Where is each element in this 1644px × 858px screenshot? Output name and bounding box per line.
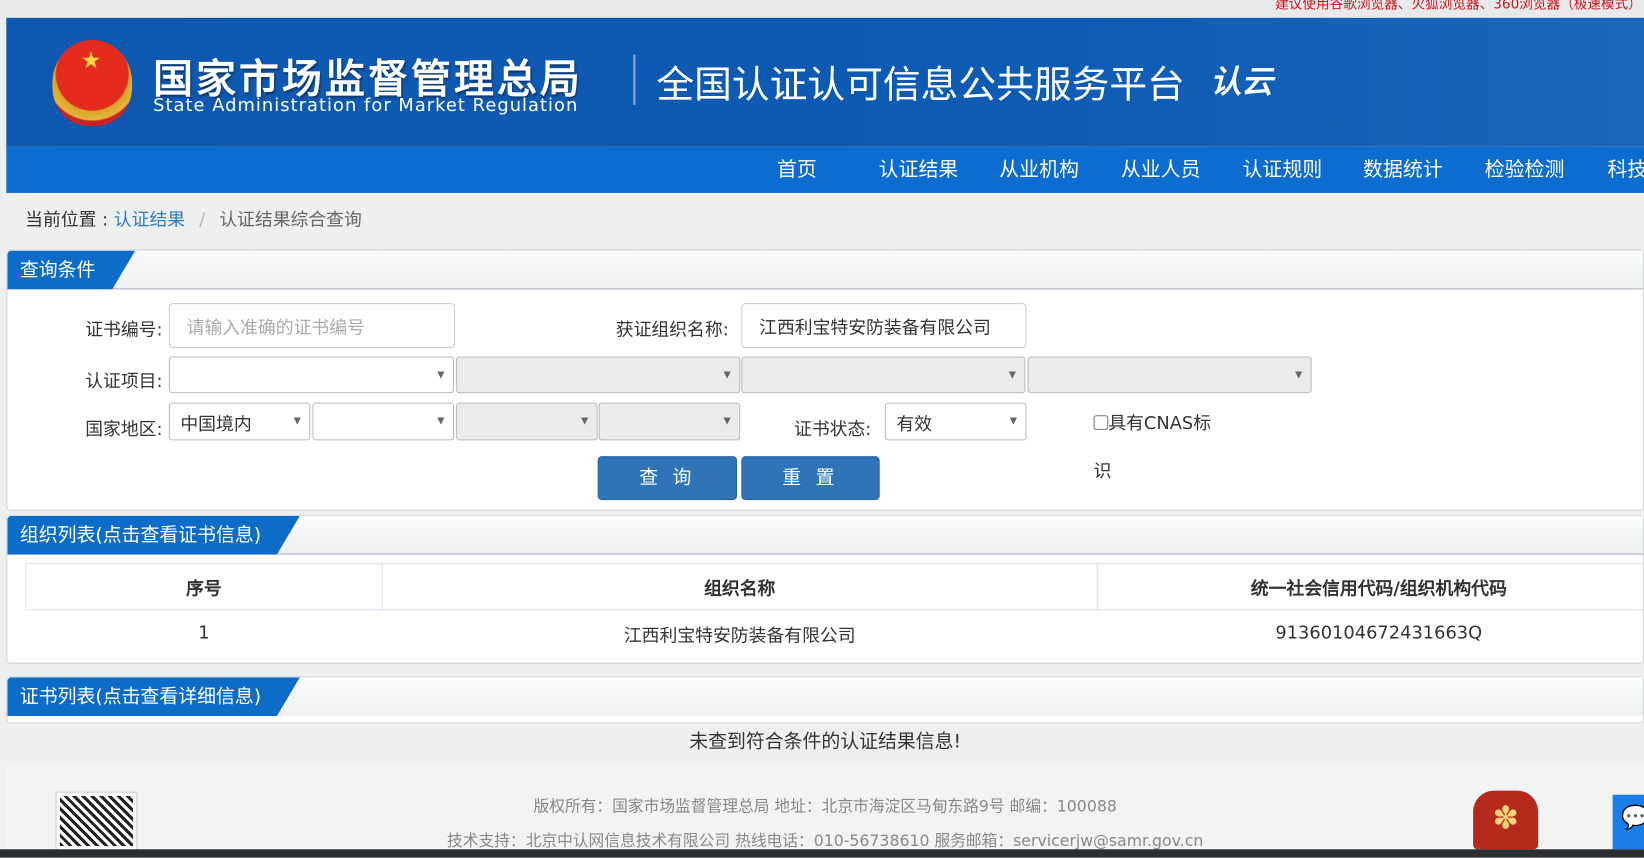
breadcrumb-link-cert-results[interactable]: 认证结果 bbox=[114, 210, 185, 231]
reset-button[interactable]: 重 置 bbox=[741, 456, 880, 501]
national-emblem-icon: ★ bbox=[52, 39, 133, 126]
browser-notice: 建议使用谷歌浏览器、火狐浏览器、360浏览器（极速模式） bbox=[0, 0, 1644, 18]
cert-list-panel: 证书列表(点击查看详细信息) bbox=[6, 676, 1644, 724]
region-value: 中国境内 bbox=[180, 413, 252, 435]
status-label: 证书状态: bbox=[793, 419, 872, 441]
org-name-input[interactable]: 江西利宝特安防装备有限公司 bbox=[741, 303, 1027, 349]
header-divider bbox=[633, 54, 636, 105]
main-nav: 首页 认证结果 从业机构 从业人员 认证规则 数据统计 检验检测 科技 bbox=[6, 146, 1644, 193]
project-select-2[interactable]: ▼ bbox=[456, 356, 741, 394]
nav-personnel[interactable]: 从业人员 bbox=[1121, 147, 1201, 193]
renyun-logo: 认云 bbox=[1209, 63, 1273, 101]
region-select-district[interactable]: ▼ bbox=[598, 402, 741, 441]
footer-copyright: 版权所有：国家市场监督管理总局 地址：北京市海淀区马甸东路9号 邮编：10008… bbox=[533, 796, 1117, 816]
cell-credit-code: 91360104672431663Q bbox=[1275, 623, 1483, 645]
col-header-credit-code: 统一社会信用代码/组织机构代码 bbox=[1096, 563, 1644, 611]
cert-no-input[interactable]: 请输入准确的证书编号 bbox=[168, 303, 456, 349]
cert-list-title: 证书列表(点击查看详细信息) bbox=[7, 677, 300, 716]
dropdown-arrow-icon: ▼ bbox=[1294, 369, 1303, 381]
footer: 版权所有：国家市场监督管理总局 地址：北京市海淀区马甸东路9号 邮编：10008… bbox=[6, 763, 1644, 851]
org-list-title: 组织列表(点击查看证书信息) bbox=[7, 516, 300, 555]
project-select-1[interactable]: ▼ bbox=[168, 356, 455, 394]
query-panel-title: 查询条件 bbox=[7, 251, 135, 290]
agency-name-en: State Administration for Market Regulati… bbox=[153, 95, 579, 117]
region-select-country[interactable]: 中国境内 ▼ bbox=[168, 402, 311, 441]
dropdown-arrow-icon: ▼ bbox=[437, 416, 445, 427]
status-value: 有效 bbox=[896, 413, 933, 435]
nav-rules[interactable]: 认证规则 bbox=[1242, 147, 1322, 193]
footer-support: 技术支持：北京中认网信息技术有限公司 热线电话：010-56738610 服务邮… bbox=[446, 831, 1204, 851]
nav-cert-results[interactable]: 认证结果 bbox=[879, 147, 959, 193]
cert-no-label: 证书编号: bbox=[85, 319, 163, 341]
breadcrumb-current: 认证结果综合查询 bbox=[219, 209, 362, 231]
breadcrumb-prefix: 当前位置 : bbox=[25, 209, 109, 231]
status-select[interactable]: 有效 ▼ bbox=[884, 402, 1027, 441]
region-label: 国家地区: bbox=[85, 419, 163, 441]
empty-result-message: 未查到符合条件的认证结果信息! bbox=[6, 723, 1644, 764]
org-name-label: 获证组织名称: bbox=[615, 319, 729, 341]
cell-index: 1 bbox=[198, 623, 210, 645]
org-list-panel: 组织列表(点击查看证书信息) 序号 组织名称 统一社会信用代码/组织机构代码 1… bbox=[6, 514, 1644, 664]
dropdown-arrow-icon: ▼ bbox=[293, 416, 301, 427]
dropdown-arrow-icon: ▼ bbox=[1009, 416, 1018, 427]
cnas-checkbox-wrap[interactable]: 具有CNAS标识 bbox=[1093, 399, 1226, 495]
dropdown-arrow-icon: ▼ bbox=[580, 416, 589, 427]
taskbar bbox=[0, 849, 1644, 858]
dropdown-arrow-icon: ▼ bbox=[723, 369, 731, 381]
cnas-label: 具有CNAS标识 bbox=[1093, 413, 1212, 483]
project-select-3[interactable]: ▼ bbox=[741, 356, 1026, 394]
cell-org-name[interactable]: 江西利宝特安防装备有限公司 bbox=[382, 610, 1097, 657]
org-table: 序号 组织名称 统一社会信用代码/组织机构代码 1 江西利宝特安防装备有限公司 … bbox=[25, 563, 1644, 657]
dropdown-arrow-icon: ▼ bbox=[437, 369, 445, 381]
search-button[interactable]: 查 询 bbox=[597, 456, 738, 501]
query-panel: 查询条件 证书编号: 请输入准确的证书编号 获证组织名称: 江西利宝特安防装备有… bbox=[6, 249, 1644, 511]
project-label: 认证项目: bbox=[85, 371, 163, 393]
nav-inspection[interactable]: 检验检测 bbox=[1485, 147, 1565, 193]
region-select-province[interactable]: ▼ bbox=[312, 402, 455, 441]
nav-technology[interactable]: 科技 bbox=[1607, 147, 1644, 193]
dropdown-arrow-icon: ▼ bbox=[723, 416, 731, 427]
dropdown-arrow-icon: ▼ bbox=[1008, 369, 1016, 381]
nav-statistics[interactable]: 数据统计 bbox=[1363, 147, 1443, 193]
site-header: ★ 国家市场监督管理总局 State Administration for Ma… bbox=[6, 17, 1644, 147]
cnas-checkbox[interactable] bbox=[1093, 415, 1109, 430]
breadcrumb: 当前位置 : 认证结果 / 认证结果综合查询 bbox=[25, 204, 362, 231]
nav-institutions[interactable]: 从业机构 bbox=[999, 147, 1079, 193]
table-header-row: 序号 组织名称 统一社会信用代码/组织机构代码 bbox=[25, 563, 1644, 611]
party-emblem-icon: ✽ bbox=[1473, 790, 1539, 850]
col-header-index: 序号 bbox=[25, 563, 383, 611]
chat-icon[interactable]: 💬 bbox=[1612, 794, 1644, 850]
region-select-city[interactable]: ▼ bbox=[456, 402, 598, 441]
table-row[interactable]: 1 江西利宝特安防装备有限公司 91360104672431663Q bbox=[26, 610, 1644, 657]
breadcrumb-separator: / bbox=[199, 209, 206, 231]
project-select-4[interactable]: ▼ bbox=[1027, 356, 1312, 394]
col-header-org-name: 组织名称 bbox=[381, 563, 1098, 611]
nav-home[interactable]: 首页 bbox=[777, 147, 817, 193]
platform-title: 全国认证认可信息公共服务平台 bbox=[656, 63, 1185, 107]
